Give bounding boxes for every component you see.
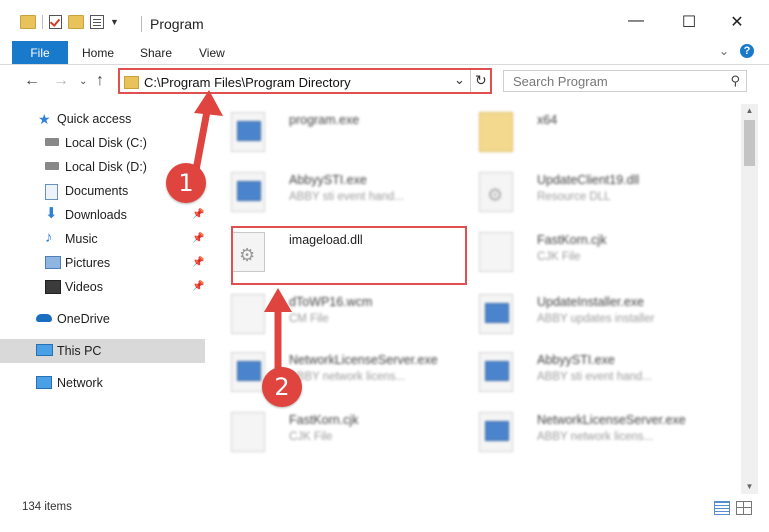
file-explorer-window: ▼ Program — ☐ ✕ File Home Share View ⌄ ?… (0, 0, 769, 532)
step-1-badge: 1 (166, 163, 206, 203)
arrow-1-head (194, 90, 223, 116)
arrow-2-head (264, 288, 292, 312)
step-2-badge: 2 (262, 367, 302, 407)
annotation-arrows (192, 90, 292, 378)
arrow-1-shaft (192, 102, 212, 174)
